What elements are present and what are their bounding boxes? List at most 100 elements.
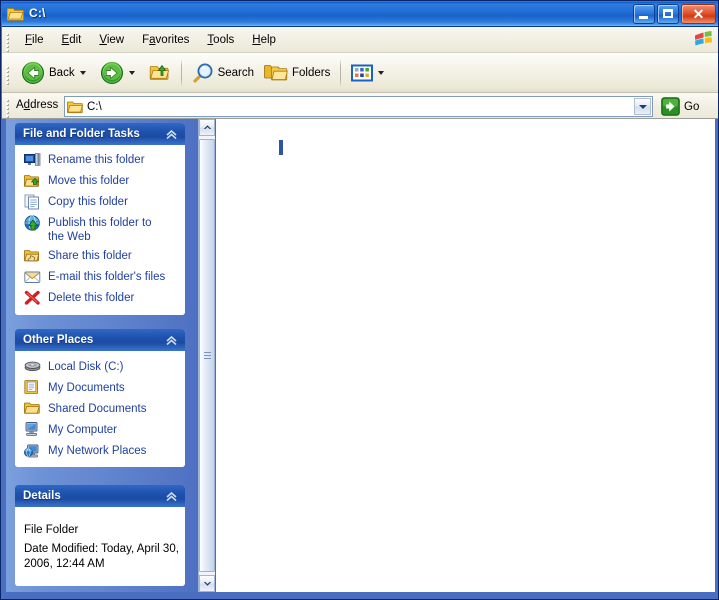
chevron-down-icon xyxy=(638,104,647,109)
sidebar-scrollbar[interactable] xyxy=(198,119,215,592)
task-publish-this-folder-to-the-web[interactable]: Publish this folder to the Web xyxy=(24,215,179,244)
up-button[interactable] xyxy=(144,56,176,90)
panel-title: Details xyxy=(23,490,61,502)
menu-items: File Edit View Favorites Tools Help xyxy=(16,27,285,53)
toolbar-gripper[interactable] xyxy=(5,64,10,84)
forward-button[interactable] xyxy=(95,56,144,90)
place-my-computer[interactable]: My Computer xyxy=(24,422,179,438)
address-label: Address xyxy=(16,99,59,111)
task-email-this-folders-files[interactable]: E-mail this folder's files xyxy=(24,270,179,286)
share-folder-icon xyxy=(24,248,41,265)
forward-dropdown-icon[interactable] xyxy=(128,71,135,75)
hard-disk-icon xyxy=(24,358,41,375)
place-label: Local Disk (C:) xyxy=(48,361,124,373)
scroll-down-button[interactable] xyxy=(199,575,215,592)
close-button[interactable]: ✕ xyxy=(681,4,716,24)
email-icon xyxy=(24,269,41,286)
chevron-up-icon xyxy=(203,125,211,129)
task-label: E-mail this folder's files xyxy=(48,271,166,283)
panel-details: Details File Folder Date Modified: Today… xyxy=(15,485,185,586)
scroll-up-button[interactable] xyxy=(199,119,215,136)
details-file-type: File Folder xyxy=(24,524,79,536)
toolbar: Back Search Folders xyxy=(2,53,718,93)
task-move-this-folder[interactable]: Move this folder xyxy=(24,174,179,190)
scrollbar-gripper xyxy=(204,351,211,361)
address-value: C:\ xyxy=(87,100,102,113)
maximize-button[interactable] xyxy=(657,4,679,24)
address-input[interactable]: C:\ xyxy=(64,96,653,117)
place-shared-documents[interactable]: Shared Documents xyxy=(24,401,179,417)
task-label: Delete this folder xyxy=(48,292,135,304)
menu-edit[interactable]: Edit xyxy=(53,31,91,49)
place-local-disk-c[interactable]: Local Disk (C:) xyxy=(24,359,179,375)
place-my-network-places[interactable]: My Network Places xyxy=(24,443,179,459)
menu-tools[interactable]: Tools xyxy=(198,31,243,49)
menubar-gripper[interactable] xyxy=(5,31,10,51)
go-label: Go xyxy=(684,100,700,113)
menu-file[interactable]: File xyxy=(16,31,53,49)
task-rename-this-folder[interactable]: Rename this folder xyxy=(24,153,179,169)
close-icon: ✕ xyxy=(692,6,705,22)
search-button[interactable]: Search xyxy=(187,56,259,90)
back-button[interactable]: Back xyxy=(16,56,95,90)
search-icon xyxy=(192,62,214,84)
panel-header-other-places[interactable]: Other Places xyxy=(15,329,185,351)
place-label: My Computer xyxy=(48,424,118,436)
client-area: File and Folder Tasks Rename this folder… xyxy=(6,119,715,592)
up-folder-icon xyxy=(149,63,171,83)
publish-web-icon xyxy=(24,215,41,232)
place-my-documents[interactable]: My Documents xyxy=(24,380,179,396)
minimize-button[interactable] xyxy=(633,4,655,24)
chevron-up-icon[interactable] xyxy=(164,333,179,347)
place-label: Shared Documents xyxy=(48,403,147,415)
status-bar xyxy=(2,592,718,598)
title-bar[interactable]: C:\ ✕ xyxy=(2,2,718,27)
task-delete-this-folder[interactable]: Delete this folder xyxy=(24,290,179,307)
menu-view[interactable]: View xyxy=(90,31,133,49)
task-pane: File and Folder Tasks Rename this folder… xyxy=(6,119,198,592)
file-list-view[interactable] xyxy=(216,119,715,592)
task-share-this-folder[interactable]: Share this folder xyxy=(24,249,179,265)
details-date-modified: Date Modified: Today, April 30, 2006, 12… xyxy=(24,543,179,570)
address-bar: Address C:\ Go xyxy=(2,93,718,119)
task-label: Move this folder xyxy=(48,175,130,187)
address-dropdown-button[interactable] xyxy=(634,98,651,115)
panel-header-details[interactable]: Details xyxy=(15,485,185,507)
back-dropdown-icon[interactable] xyxy=(79,71,86,75)
move-folder-icon xyxy=(24,173,41,190)
folders-button[interactable]: Folders xyxy=(259,56,335,90)
addressbar-gripper[interactable] xyxy=(5,97,10,117)
chevron-up-icon[interactable] xyxy=(164,489,179,503)
folders-icon xyxy=(264,63,288,83)
task-copy-this-folder[interactable]: Copy this folder xyxy=(24,194,179,211)
task-label: Share this folder xyxy=(48,250,132,262)
panel-title: Other Places xyxy=(23,334,94,346)
rename-icon xyxy=(24,152,41,169)
views-icon xyxy=(351,64,374,82)
network-places-icon xyxy=(24,442,41,459)
task-label: Copy this folder xyxy=(48,196,128,208)
copy-icon xyxy=(24,194,41,211)
panel-body-other-places: Local Disk (C:) My Documents Shared Docu… xyxy=(15,351,185,467)
toolbar-items: Back Search Folders xyxy=(16,53,393,93)
views-button[interactable] xyxy=(346,56,393,90)
menu-bar: File Edit View Favorites Tools Help xyxy=(2,27,718,53)
panel-header-file-and-folder-tasks[interactable]: File and Folder Tasks xyxy=(15,123,185,145)
scrollbar-thumb[interactable] xyxy=(199,139,215,572)
explorer-window: C:\ ✕ File Edit View Favorites Tools Hel… xyxy=(0,0,719,600)
menu-help[interactable]: Help xyxy=(243,31,285,49)
task-label: Publish this folder to the Web xyxy=(48,217,152,243)
task-label: Rename this folder xyxy=(48,154,145,166)
go-button[interactable]: Go xyxy=(661,97,699,116)
panel-file-and-folder-tasks: File and Folder Tasks Rename this folder… xyxy=(15,123,185,315)
maximize-icon xyxy=(663,9,673,18)
place-label: My Network Places xyxy=(48,445,147,457)
panel-other-places: Other Places Local Disk (C:) My Document… xyxy=(15,329,185,467)
menu-favorites[interactable]: Favorites xyxy=(133,31,198,49)
panel-body-details: File Folder Date Modified: Today, April … xyxy=(15,507,185,586)
text-caret xyxy=(279,140,283,155)
back-label: Back xyxy=(49,67,75,79)
views-dropdown-icon[interactable] xyxy=(378,71,385,75)
chevron-up-icon[interactable] xyxy=(164,127,179,141)
minimize-icon xyxy=(639,16,648,19)
